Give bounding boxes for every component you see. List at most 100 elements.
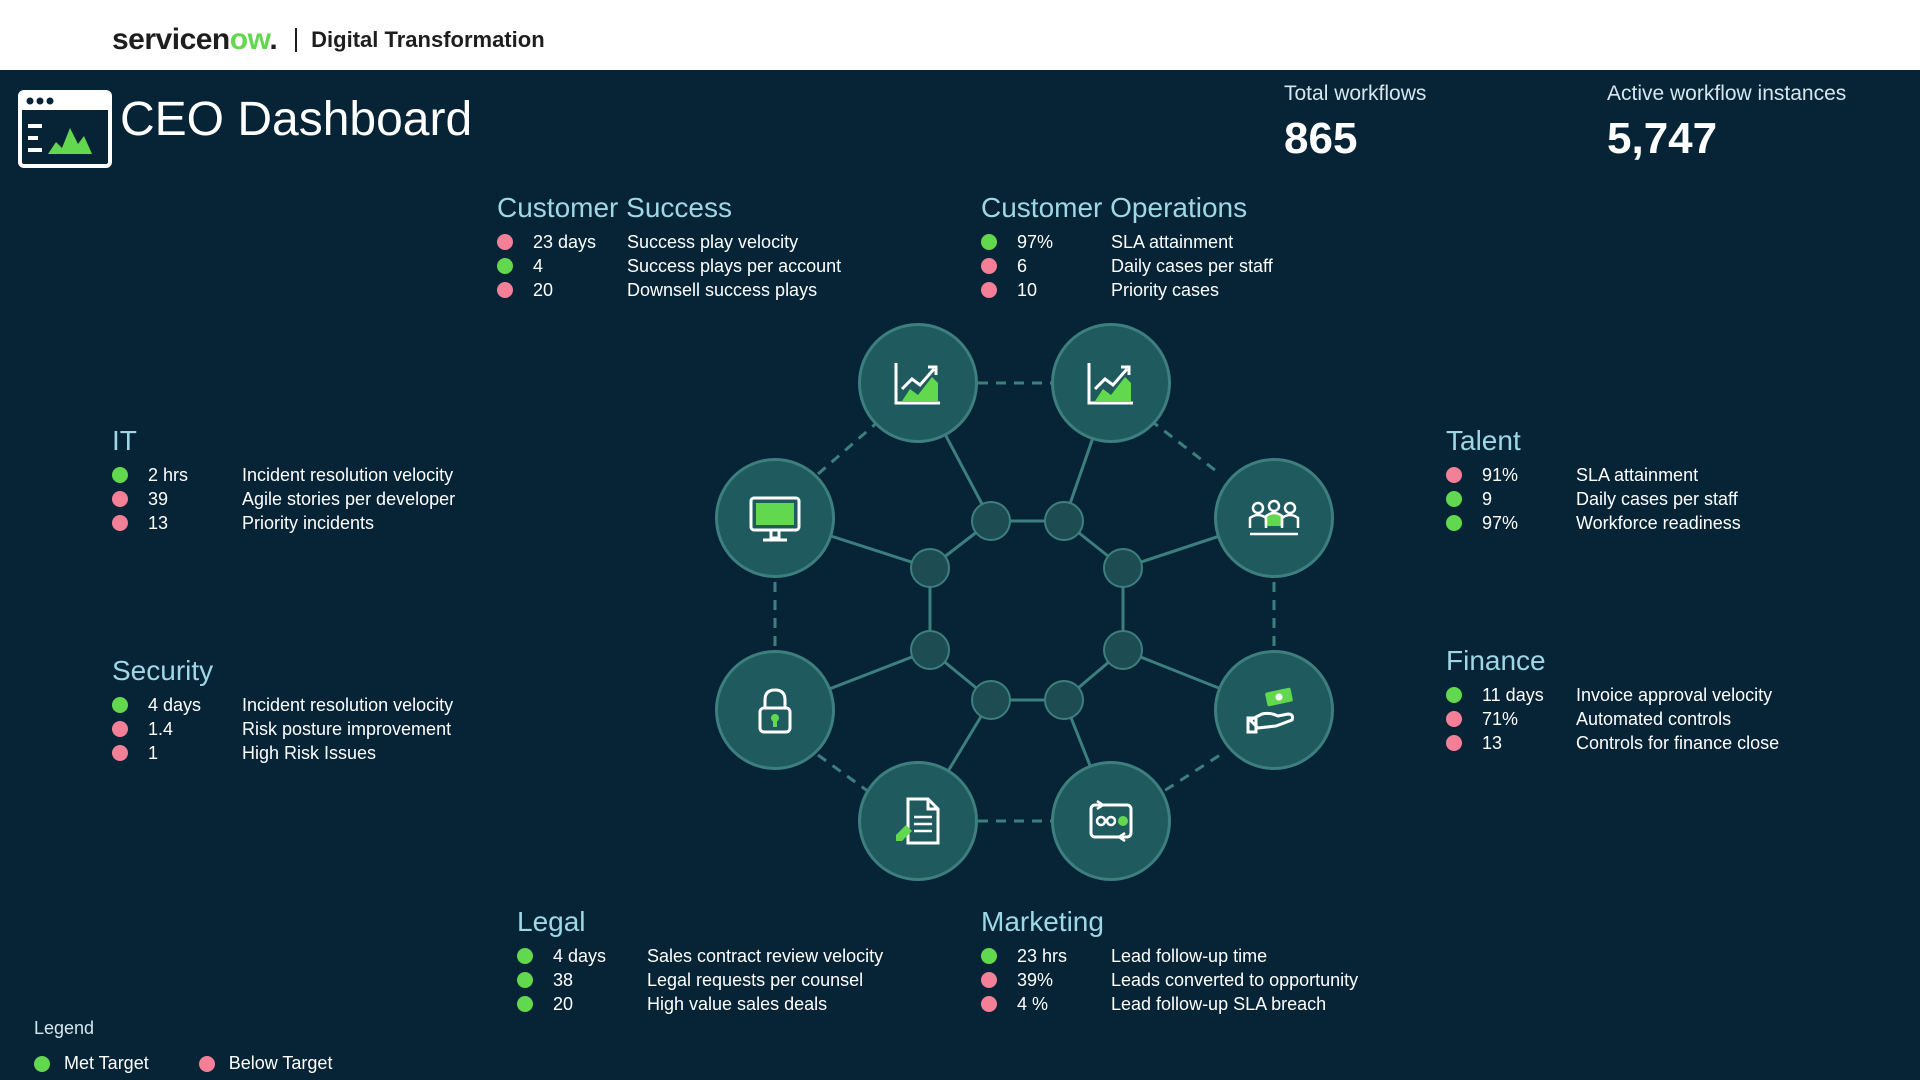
group-title: Customer Operations: [981, 192, 1248, 223]
customer-success-node[interactable]: [858, 323, 978, 443]
kpi-label: Success plays per account: [627, 255, 842, 276]
lock-icon: [758, 688, 792, 734]
servicenow-logo: servicenow.: [112, 23, 278, 56]
kpi-value: 1: [148, 742, 159, 763]
chart-up-icon: [1087, 363, 1133, 405]
total-workflows-value: 865: [1284, 114, 1358, 163]
group-title: Talent: [1446, 425, 1521, 456]
kpi-value: 20: [533, 279, 554, 300]
security-group: Security 4 days Incident resolution veloc…: [112, 655, 453, 765]
workflow-icon: [1089, 799, 1133, 843]
group-title: Marketing: [981, 906, 1104, 937]
kpi-label: Priority cases: [1111, 279, 1220, 300]
chart-up-icon: [894, 363, 940, 405]
kpi-value: 39%: [1017, 969, 1054, 990]
marketing-group: Marketing 23 hrs Lead follow-up time 39% Le…: [981, 906, 1358, 1016]
money-hand-icon: [1246, 687, 1294, 734]
kpi-row: 38 Legal requests per counsel: [517, 968, 883, 992]
below-target-dot: [497, 282, 513, 298]
network-hub: [971, 501, 1011, 541]
group-title: Finance: [1446, 645, 1546, 676]
finance-group: Finance 11 days Invoice approval velocity…: [1446, 645, 1779, 755]
kpi-row: 23 hrs Lead follow-up time: [981, 944, 1358, 968]
legal-group: Legal 4 days Sales contract review veloci…: [517, 906, 883, 1016]
kpi-label: SLA attainment: [1111, 231, 1234, 252]
total-workflows-label: Total workflows: [1284, 82, 1427, 105]
below-target-dot: [497, 234, 513, 250]
total-workflows-stat: Total workflows 865: [1284, 82, 1426, 164]
network-hub: [1044, 680, 1084, 720]
kpi-row: 10 Priority cases: [981, 278, 1273, 302]
network-hub: [1103, 548, 1143, 588]
kpi-label: Invoice approval velocity: [1576, 684, 1773, 705]
below-target-dot: [1446, 711, 1462, 727]
kpi-row: 1.4 Risk posture improvement: [112, 717, 453, 741]
kpi-value: 97%: [1017, 231, 1054, 252]
kpi-row: 91% SLA attainment: [1446, 463, 1741, 487]
below-target-dot: [112, 515, 128, 531]
met-target-dot: [517, 996, 533, 1012]
group-title: Security: [112, 655, 214, 686]
legend-title: Legend: [34, 1018, 95, 1038]
kpi-label: Success play velocity: [627, 231, 799, 252]
kpi-label: Lead follow-up SLA breach: [1111, 993, 1327, 1014]
legend-below-label: Below Target: [228, 1053, 333, 1073]
document-edit-icon: [896, 797, 940, 845]
kpi-list: 91% SLA attainment 9 Daily cases per staff 9…: [1446, 463, 1741, 535]
met-target-dot: [34, 1055, 50, 1072]
below-target-dot: [1446, 735, 1462, 751]
met-target-dot: [112, 467, 128, 483]
kpi-label: Workforce readiness: [1576, 512, 1741, 533]
kpi-row: 13 Priority incidents: [112, 511, 455, 535]
marketing-node[interactable]: [1051, 761, 1171, 881]
security-node[interactable]: [715, 650, 835, 770]
kpi-list: 97% SLA attainment 6 Daily cases per staff 1…: [981, 230, 1273, 302]
finance-node[interactable]: [1214, 650, 1334, 770]
met-target-dot: [1446, 515, 1462, 531]
kpi-label: Incident resolution velocity: [242, 694, 454, 715]
met-target-dot: [981, 948, 997, 964]
legal-node[interactable]: [858, 761, 978, 881]
kpi-row: 2 hrs Incident resolution velocity: [112, 463, 455, 487]
below-target-dot: [112, 745, 128, 761]
kpi-value: 11 days: [1482, 684, 1544, 705]
below-target-dot: [1446, 467, 1462, 483]
kpi-label: SLA attainment: [1576, 464, 1699, 485]
kpi-label: Controls for finance close: [1576, 732, 1780, 753]
kpi-row: 20 Downsell success plays: [497, 278, 841, 302]
network-hub: [1103, 630, 1143, 670]
kpi-value: 4 days: [553, 945, 607, 966]
talent-node[interactable]: [1214, 458, 1334, 578]
network-hub: [910, 548, 950, 588]
network-hub: [910, 630, 950, 670]
kpi-value: 9: [1482, 488, 1493, 509]
kpi-label: Daily cases per staff: [1576, 488, 1738, 509]
kpi-label: Incident resolution velocity: [242, 464, 454, 485]
kpi-row: 6 Daily cases per staff: [981, 254, 1273, 278]
customer-operations-node[interactable]: [1051, 323, 1171, 443]
below-target-dot: [112, 491, 128, 507]
below-target-dot: [981, 972, 997, 988]
kpi-list: 23 hrs Lead follow-up time 39% Leads conver…: [981, 944, 1358, 1016]
it-group: IT 2 hrs Incident resolution velocity 39 Ag…: [112, 425, 455, 535]
met-target-dot: [517, 948, 533, 964]
dashboard-chart-icon: [18, 90, 112, 168]
kpi-label: Sales contract review velocity: [647, 945, 884, 966]
kpi-value: 13: [1482, 732, 1503, 753]
network-hub: [1044, 501, 1084, 541]
legend: Legend Met Target Below Target: [34, 1018, 382, 1074]
legend-met: Met Target: [34, 1053, 149, 1074]
customer-operations-group: Customer Operations 97% SLA attainment 6 Da…: [981, 192, 1273, 302]
kpi-value: 6: [1017, 255, 1028, 276]
kpi-value: 2 hrs: [148, 464, 189, 485]
it-node[interactable]: [715, 458, 835, 578]
kpi-row: 39% Leads converted to opportunity: [981, 968, 1358, 992]
monitor-icon: [749, 496, 801, 542]
kpi-label: Daily cases per staff: [1111, 255, 1273, 276]
talent-group: Talent 91% SLA attainment 9 Daily cases per…: [1446, 425, 1741, 535]
group-title: Legal: [517, 906, 586, 937]
kpi-row: 4 days Incident resolution velocity: [112, 693, 453, 717]
team-icon: [1248, 499, 1300, 536]
kpi-list: 23 days Success play velocity 4 Success pla…: [497, 230, 841, 302]
top-bar: servicenow. Digital Transformation: [0, 0, 1920, 70]
